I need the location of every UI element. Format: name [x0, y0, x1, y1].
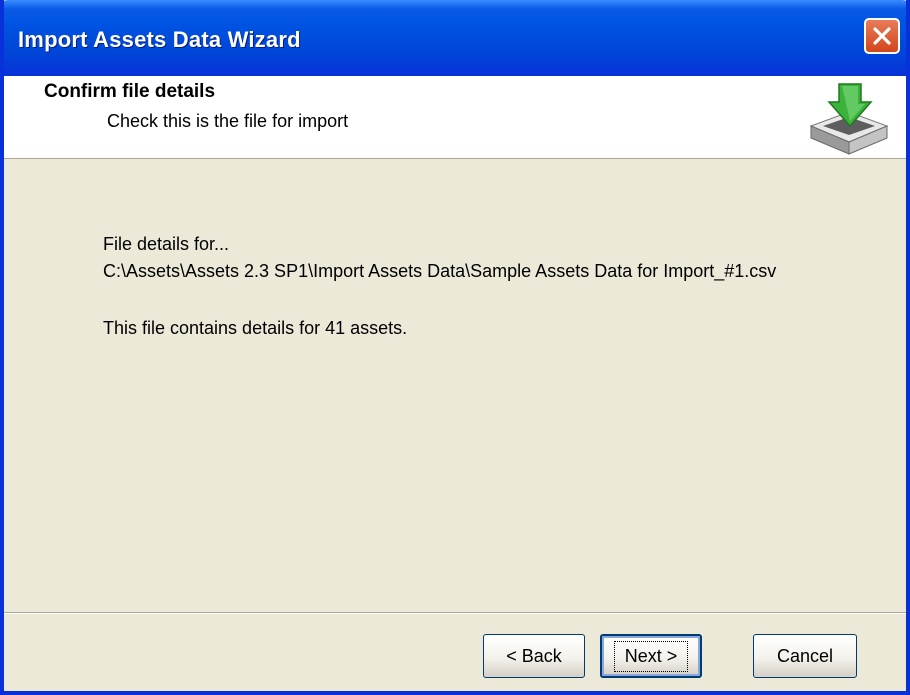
asset-count-summary: This file contains details for 41 assets…: [103, 318, 408, 338]
window-title: Import Assets Data Wizard: [18, 27, 301, 52]
close-icon: [873, 27, 891, 45]
step-subtitle: Check this is the file for import: [107, 111, 349, 131]
back-button-label: < Back: [506, 645, 562, 666]
cancel-button[interactable]: Cancel: [753, 634, 857, 678]
wizard-window: Import Assets Data Wizard Confirm file d…: [0, 0, 910, 695]
button-separator-highlight: [4, 613, 906, 614]
step-title: Confirm file details: [44, 81, 216, 102]
file-path: C:\Assets\Assets 2.3 SP1\Import Assets D…: [103, 261, 777, 281]
back-button[interactable]: < Back: [483, 634, 585, 678]
next-button[interactable]: Next >: [600, 634, 702, 678]
import-tray-icon: [809, 83, 889, 155]
file-details-label: File details for...: [103, 234, 230, 254]
cancel-button-label: Cancel: [776, 645, 834, 666]
close-button[interactable]: [864, 18, 900, 54]
next-button-label: Next >: [613, 640, 689, 672]
title-bar[interactable]: Import Assets Data Wizard: [4, 0, 906, 76]
